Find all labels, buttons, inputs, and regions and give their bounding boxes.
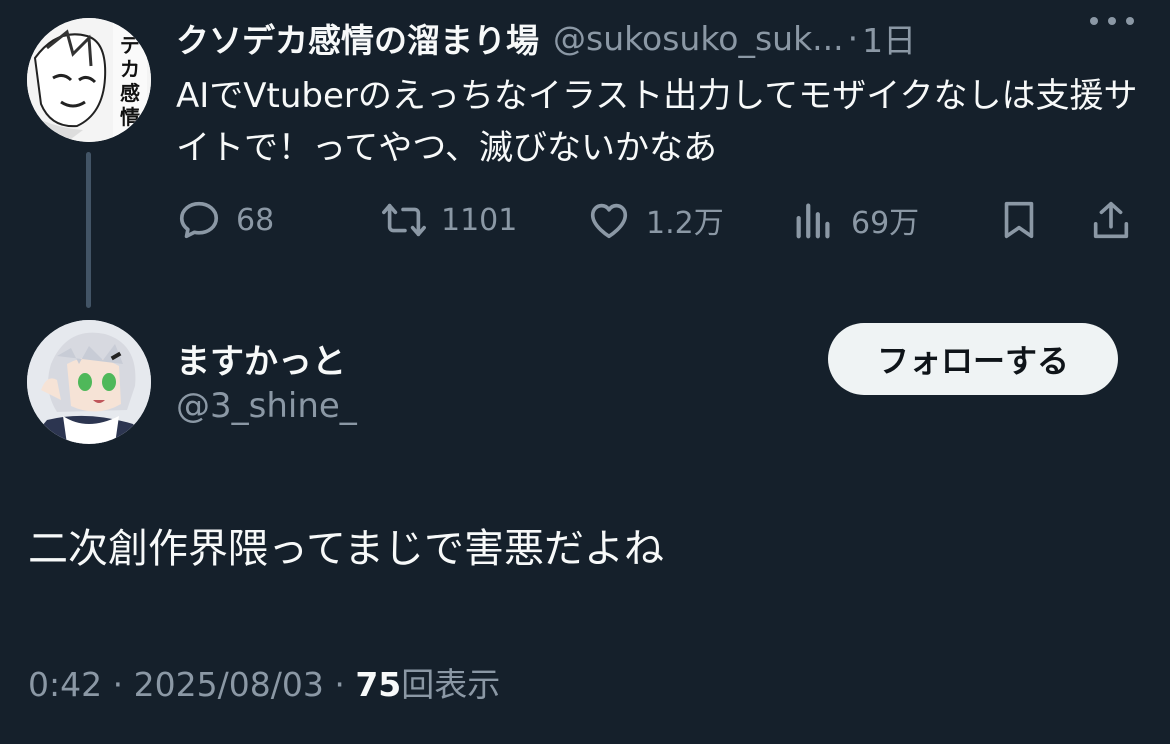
parent-timestamp[interactable]: 1日 [862, 14, 916, 62]
parent-avatar[interactable]: デ カ 感 情 [27, 18, 151, 142]
share-icon [1093, 201, 1129, 239]
reply-count: 68 [236, 202, 275, 238]
svg-text:感: 感 [120, 81, 140, 105]
retweet-icon [382, 203, 426, 237]
retweet-count: 1101 [441, 202, 518, 238]
views-button[interactable]: 69万 [791, 190, 919, 250]
thread-connector-line [86, 152, 91, 308]
reply-author-name[interactable]: ますかっと [176, 334, 346, 383]
like-count: 1.2万 [646, 206, 724, 241]
bookmark-button[interactable] [996, 190, 1042, 250]
svg-text:デ: デ [120, 33, 141, 57]
header-separator: · [847, 18, 859, 58]
reply-author-handle[interactable]: @3_shine_ [176, 386, 357, 426]
tweet-action-bar: 68 1101 1.2万 69万 [176, 190, 1141, 250]
meta-separator: · [112, 665, 124, 704]
analytics-icon [796, 203, 830, 239]
parent-author-name[interactable]: クソデカ感情の溜まり場 [176, 14, 539, 62]
share-button[interactable] [1088, 190, 1134, 250]
anime-avatar-icon [27, 320, 151, 444]
tweet-views-count: 75 [355, 665, 402, 704]
follow-button[interactable]: フォローする [828, 323, 1118, 395]
tweet-date[interactable]: 2025/08/03 [134, 665, 324, 704]
reply-tweet-text: 二次創作界隈ってまじで害悪だよね [28, 526, 664, 572]
tweet-time[interactable]: 0:42 [28, 665, 102, 704]
more-options-icon[interactable] [1090, 16, 1134, 26]
bookmark-icon [1004, 201, 1034, 239]
svg-text:カ: カ [120, 57, 140, 81]
parent-tweet-text: AIでVtuberのえっちなイラスト出力してモザイクなしは支援サイトで！ってやつ… [176, 76, 1138, 168]
like-button[interactable]: 1.2万 [586, 190, 724, 250]
tweet-meta: 0:42 · 2025/08/03 · 75回表示 [28, 658, 500, 706]
reply-avatar[interactable] [27, 320, 151, 444]
meta-separator: · [334, 665, 345, 704]
views-count: 69万 [851, 206, 920, 241]
retweet-button[interactable]: 1101 [381, 190, 517, 250]
manga-avatar-icon: デ カ 感 情 [27, 18, 151, 142]
heart-icon [590, 203, 628, 239]
parent-tweet-header: クソデカ感情の溜まり場 @sukosuko_suk... · 1日 [176, 14, 1146, 62]
tweet-views-label: 回表示 [401, 665, 501, 704]
tweet-thread: デ カ 感 情 クソデカ感情の溜まり場 @sukosuko_suk... · 1… [0, 0, 1170, 744]
parent-author-handle[interactable]: @sukosuko_suk... [553, 19, 844, 58]
svg-text:情: 情 [120, 105, 140, 129]
reply-icon [179, 201, 219, 239]
reply-button[interactable]: 68 [176, 190, 274, 250]
